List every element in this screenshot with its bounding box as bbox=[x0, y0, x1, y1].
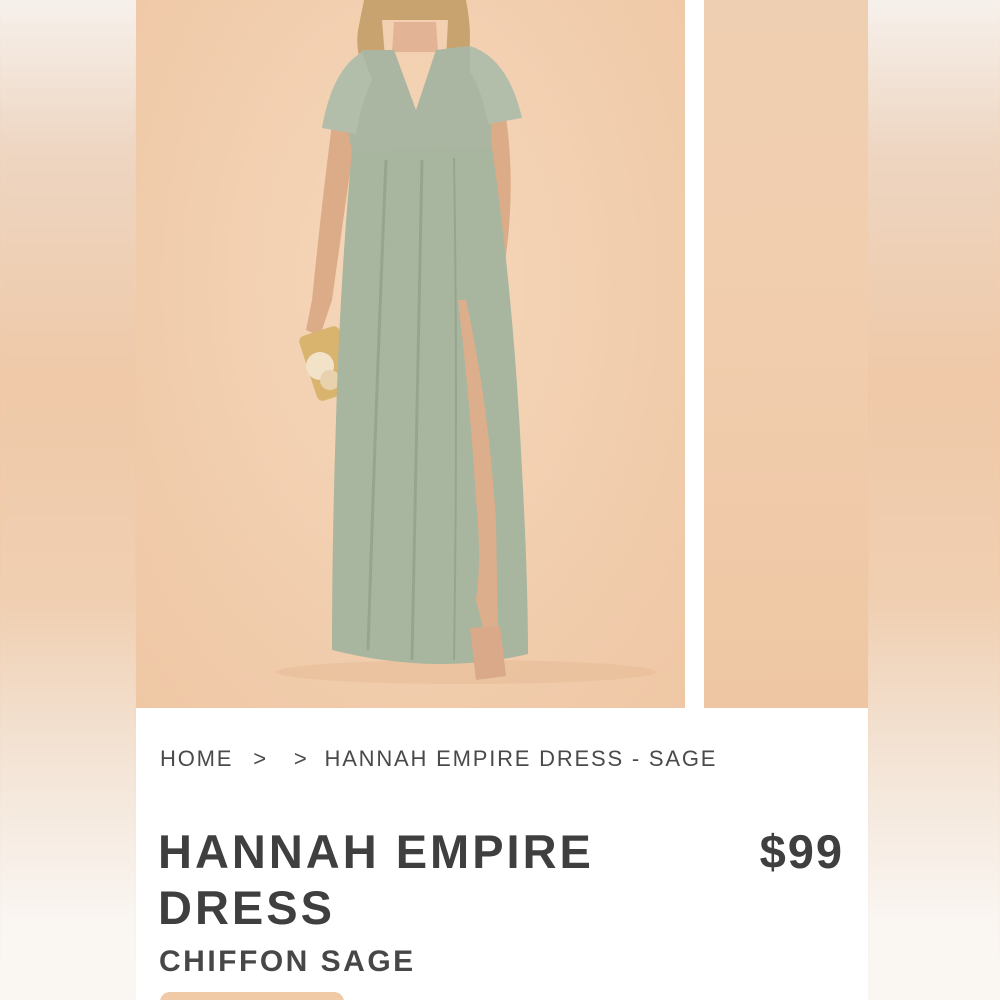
model-in-dress-illustration bbox=[276, 0, 656, 684]
product-title: HANNAH EMPIRE DRESS bbox=[158, 825, 594, 934]
breadcrumb-home-link[interactable]: HOME bbox=[160, 746, 233, 772]
chevron-right-icon: > bbox=[293, 746, 309, 771]
breadcrumb-current: HANNAH EMPIRE DRESS - SAGE bbox=[324, 746, 718, 771]
background-blur-right bbox=[868, 0, 1000, 1000]
background-blur-left bbox=[0, 0, 136, 1000]
product-subtitle: CHIFFON SAGE bbox=[159, 945, 416, 978]
product-thumbnail-image[interactable] bbox=[704, 0, 868, 708]
color-swatch-button[interactable] bbox=[160, 992, 344, 1000]
product-main-image[interactable] bbox=[136, 0, 685, 708]
chevron-right-icon: > bbox=[253, 746, 268, 771]
product-card: HOME > > HANNAH EMPIRE DRESS - SAGE HANNAH … bbox=[136, 0, 868, 1000]
breadcrumb: HOME > > HANNAH EMPIRE DRESS - SAGE bbox=[160, 746, 850, 772]
product-price: $99 bbox=[759, 825, 844, 878]
